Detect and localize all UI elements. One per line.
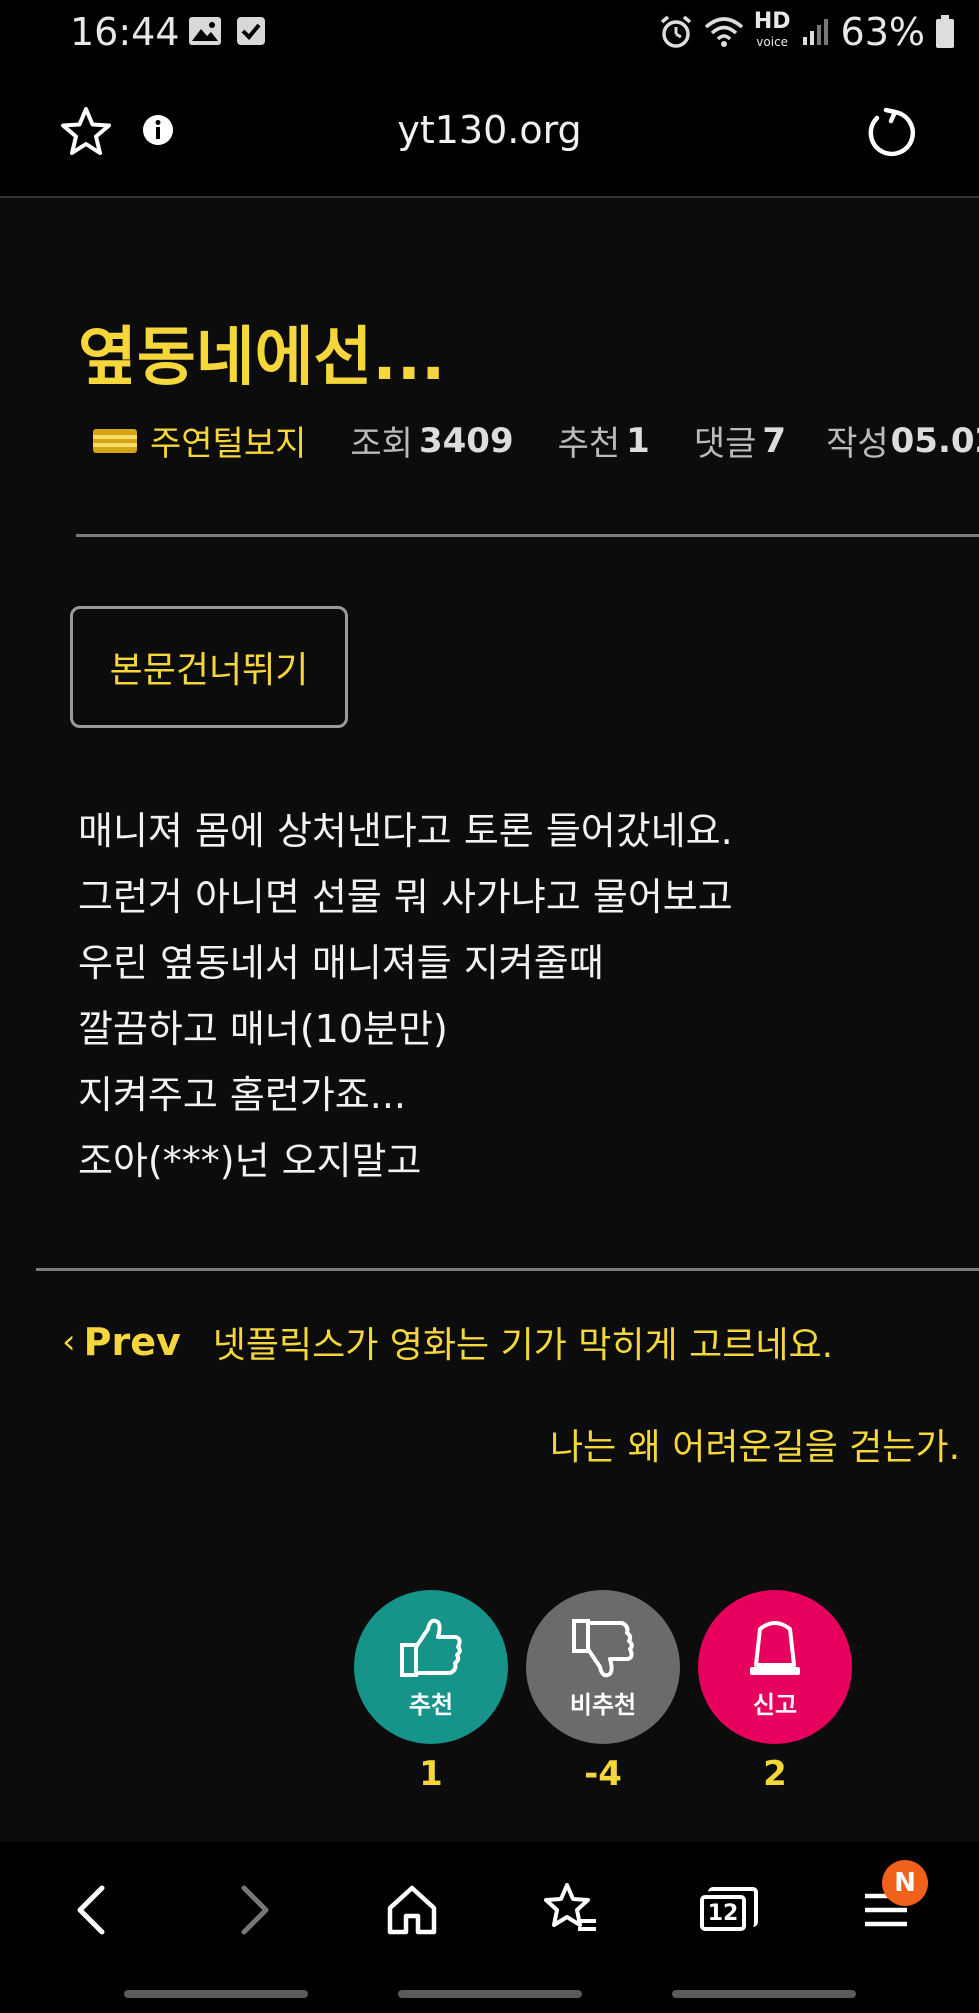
prev-post-link[interactable]: ‹ Prev 넷플릭스가 영화는 기가 막히게 고르네요. <box>62 1316 833 1368</box>
not-recommend-vote-count: -4 <box>584 1754 622 1794</box>
post-title: 옆동네에선... <box>78 321 446 395</box>
not-recommend-button-label: 비추천 <box>569 1690 637 1719</box>
gesture-bar <box>672 1990 856 1998</box>
url-text[interactable]: yt130.org <box>0 108 979 152</box>
siren-icon <box>750 1620 800 1675</box>
divider <box>36 1268 979 1271</box>
comments-count[interactable]: 7 <box>762 421 786 461</box>
status-notification-icons <box>188 16 266 46</box>
post-meta: 주연털보지 조회 3409 추천 1 댓글 7 작성 05.02 <box>92 416 979 465</box>
image-icon <box>189 17 221 45</box>
menu-notification-badge: N <box>882 1860 928 1906</box>
date-label: 작성 <box>826 424 889 464</box>
signal-icon <box>802 19 828 45</box>
vote-buttons: 추천 1 비추천 -4 신고 2 <box>354 1590 852 1794</box>
status-time: 16:44 <box>70 10 180 54</box>
recommend-vote: 추천 1 <box>354 1590 508 1794</box>
recommend-vote-count: 1 <box>419 1754 443 1794</box>
recommend-label: 추천 <box>557 424 621 464</box>
tabs-count: 12 <box>700 1895 746 1931</box>
member-level-icon <box>93 428 137 453</box>
alarm-icon <box>660 15 691 48</box>
prev-post-title[interactable]: 넷플릭스가 영화는 기가 막히게 고르네요. <box>213 1316 833 1368</box>
home-icon[interactable] <box>372 1870 452 1950</box>
report-vote-count: 2 <box>763 1754 787 1794</box>
battery-icon <box>936 15 954 48</box>
browser-bottom-nav: 12 N <box>0 1842 979 2013</box>
views-count: 3409 <box>418 420 514 461</box>
forward-icon[interactable] <box>214 1870 294 1950</box>
post-author[interactable]: 주연털보지 <box>150 416 306 465</box>
body-line: 우린 옆동네서 매니져들 지켜줄때 <box>78 941 604 985</box>
back-icon[interactable] <box>52 1870 132 1950</box>
browser-address-bar: yt130.org <box>0 68 979 198</box>
battery-percent: 63% <box>840 10 925 54</box>
status-bar: 16:44 HD voice 63% <box>0 0 979 68</box>
thumbs-down-icon <box>572 1618 634 1677</box>
checkbox-icon <box>237 17 265 45</box>
recommend-button[interactable]: 추천 <box>354 1590 508 1744</box>
next-post-link[interactable]: 나는 왜 어려운길을 걷는가. <box>550 1418 960 1470</box>
report-button[interactable]: 신고 <box>698 1590 852 1744</box>
wifi-icon <box>704 17 744 47</box>
post-date: 05.02 <box>890 420 979 461</box>
not-recommend-vote: 비추천 -4 <box>526 1590 680 1794</box>
hd-voice-indicator: HD voice <box>753 9 791 50</box>
comments-label: 댓글 <box>693 424 757 464</box>
chevron-left-icon: ‹ <box>62 1322 76 1362</box>
body-line: 매니져 몸에 상처낸다고 토론 들어갔네요. <box>78 809 733 853</box>
prev-label: Prev <box>83 1320 181 1364</box>
report-vote: 신고 2 <box>698 1590 852 1794</box>
bookmarks-icon[interactable] <box>530 1870 610 1950</box>
body-line: 지켜주고 홈런가죠... <box>78 1073 406 1117</box>
thumbs-up-icon <box>400 1618 462 1677</box>
tabs-icon[interactable]: 12 <box>688 1870 768 1950</box>
gesture-bar <box>398 1990 582 1998</box>
status-right-icons: HD voice 63% <box>658 10 955 54</box>
body-line: 조아(***)넌 오지말고 <box>78 1139 422 1183</box>
report-button-label: 신고 <box>752 1690 798 1719</box>
divider <box>76 534 979 537</box>
body-line: 그런거 아니면 선물 뭐 사가냐고 물어보고 <box>78 875 733 919</box>
recommend-count: 1 <box>626 420 650 461</box>
views-label: 조회 <box>350 424 413 464</box>
recommend-button-label: 추천 <box>408 1690 454 1719</box>
gesture-bar <box>124 1990 308 1998</box>
post-body: 매니져 몸에 상처낸다고 토론 들어갔네요. 그런거 아니면 선물 뭐 사가냐고… <box>78 798 733 1194</box>
not-recommend-button[interactable]: 비추천 <box>526 1590 680 1744</box>
skip-content-button[interactable]: 본문건너뛰기 <box>70 606 348 728</box>
body-line: 깔끔하고 매너(10분만) <box>78 1007 448 1051</box>
reload-icon[interactable] <box>862 104 918 160</box>
